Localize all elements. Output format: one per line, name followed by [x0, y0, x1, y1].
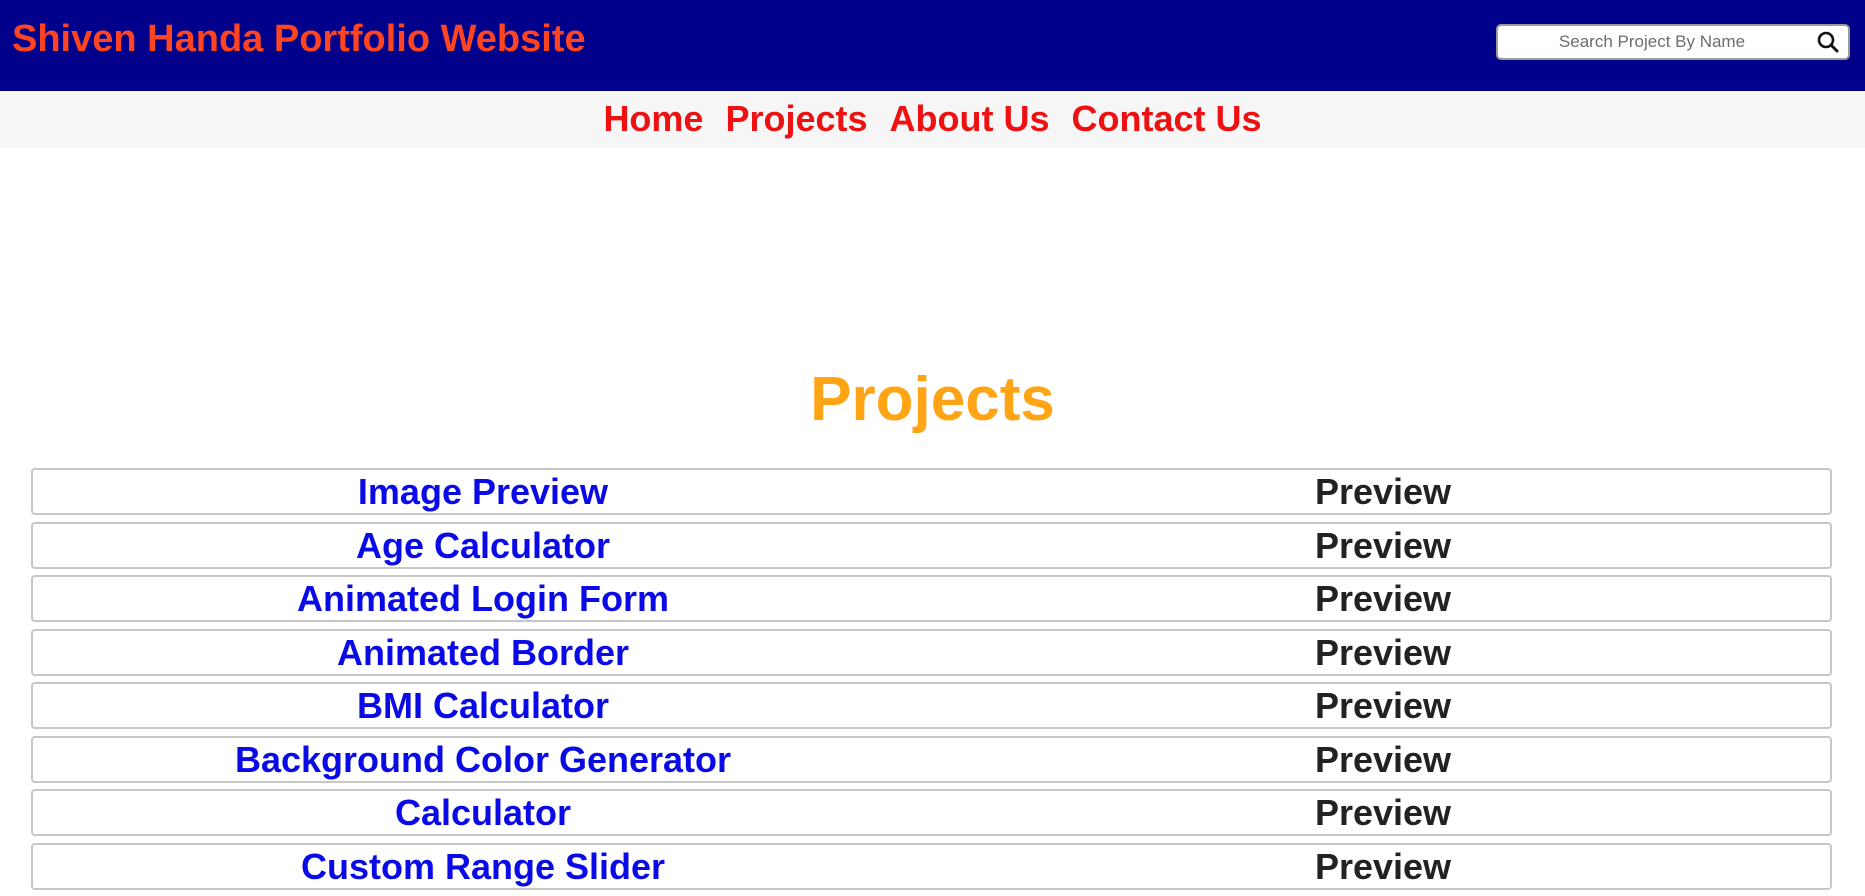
- project-link[interactable]: Calculator: [33, 791, 933, 834]
- project-row: Animated Login Form Preview: [31, 575, 1832, 622]
- preview-link[interactable]: Preview: [933, 791, 1833, 834]
- nav-item-contact-us[interactable]: Contact Us: [1072, 98, 1262, 140]
- preview-link[interactable]: Preview: [933, 631, 1833, 674]
- preview-link[interactable]: Preview: [933, 524, 1833, 567]
- search-icon[interactable]: [1814, 29, 1842, 55]
- project-row: Image Preview Preview: [31, 468, 1832, 515]
- project-row: Calculator Preview: [31, 789, 1832, 836]
- projects-heading: Projects: [810, 365, 1055, 434]
- site-title: Shiven Handa Portfolio Website: [12, 18, 586, 60]
- nav-bar: Home Projects About Us Contact Us: [0, 91, 1865, 148]
- project-link[interactable]: Animated Login Form: [33, 577, 933, 620]
- project-link[interactable]: Animated Border: [33, 631, 933, 674]
- search-bar: [1496, 24, 1850, 60]
- project-list: Image Preview Preview Age Calculator Pre…: [31, 468, 1832, 896]
- project-link[interactable]: BMI Calculator: [33, 684, 933, 727]
- project-row: BMI Calculator Preview: [31, 682, 1832, 729]
- project-row: Background Color Generator Preview: [31, 735, 1833, 783]
- project-row: Age Calculator Preview: [31, 521, 1833, 569]
- preview-link[interactable]: Preview: [933, 470, 1833, 513]
- nav-item-projects[interactable]: Projects: [725, 98, 867, 140]
- project-link[interactable]: Age Calculator: [33, 524, 933, 567]
- site-header: Shiven Handa Portfolio Website: [0, 0, 1865, 91]
- project-row: Custom Range Slider Preview: [31, 842, 1833, 890]
- nav-item-about-us[interactable]: About Us: [890, 98, 1050, 140]
- project-link[interactable]: Background Color Generator: [33, 738, 933, 781]
- project-row: Animated Border Preview: [31, 628, 1833, 676]
- nav-item-home[interactable]: Home: [603, 98, 703, 140]
- preview-link[interactable]: Preview: [933, 738, 1833, 781]
- preview-link[interactable]: Preview: [933, 577, 1833, 620]
- search-input[interactable]: [1502, 29, 1802, 55]
- project-link[interactable]: Image Preview: [33, 470, 933, 513]
- project-link[interactable]: Custom Range Slider: [33, 845, 933, 888]
- preview-link[interactable]: Preview: [933, 684, 1833, 727]
- preview-link[interactable]: Preview: [933, 845, 1833, 888]
